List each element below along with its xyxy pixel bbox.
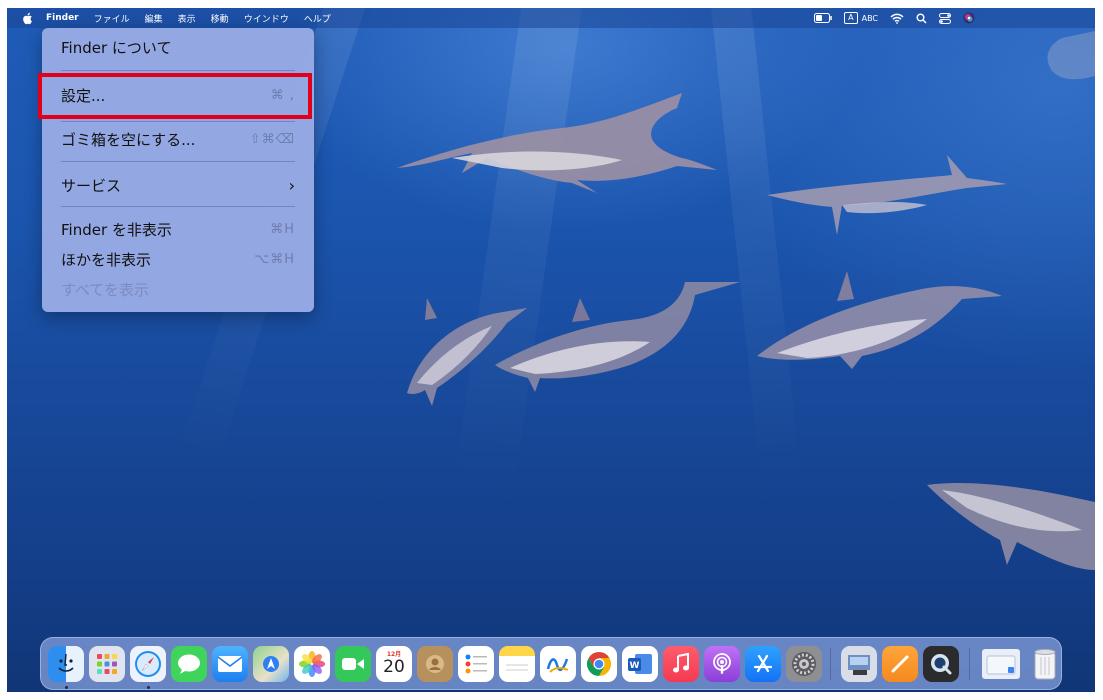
menu-item-label: すべてを表示 <box>61 280 150 299</box>
shortcut-label: ⇧⌘⌫ <box>249 131 295 147</box>
menu-separator <box>61 70 295 71</box>
menu-separator <box>61 206 295 207</box>
menu-item-hide-others[interactable]: ほかを非表示 ⌥⌘H <box>61 247 295 271</box>
reminders-dock-icon[interactable] <box>458 646 494 682</box>
calendar-dock-icon[interactable]: 12月 20 <box>376 646 412 682</box>
podcasts-dock-icon[interactable] <box>704 646 740 682</box>
spotlight-search-icon[interactable] <box>916 13 927 24</box>
quicktime-dock-icon[interactable] <box>923 646 959 682</box>
light-ray <box>454 8 587 488</box>
menu-help[interactable]: ヘルプ <box>304 12 331 25</box>
light-ray <box>707 8 802 488</box>
dock-separator <box>969 648 970 680</box>
app-store-dock-icon[interactable] <box>745 646 781 682</box>
notes-dock-icon[interactable] <box>499 646 535 682</box>
menu-app-name[interactable]: Finder <box>46 13 79 23</box>
desktop: Finder ファイル 編集 表示 移動 ウインドウ ヘルプ A ABC Fin… <box>7 8 1095 692</box>
svg-text:W: W <box>630 661 640 671</box>
menu-item-empty-trash[interactable]: ゴミ箱を空にする... ⇧⌘⌫ <box>61 127 295 151</box>
menu-separator <box>61 161 295 162</box>
apple-menu-icon[interactable] <box>20 11 34 25</box>
chevron-right-icon: › <box>288 175 295 195</box>
siri-icon[interactable] <box>963 12 975 24</box>
menu-item-services[interactable]: サービス › <box>61 173 295 197</box>
control-center-icon[interactable] <box>939 12 951 24</box>
shortcut-label: ⌘H <box>270 221 295 237</box>
photos-dock-icon[interactable] <box>294 646 330 682</box>
menu-go[interactable]: 移動 <box>211 12 229 25</box>
menu-bar: Finder ファイル 編集 表示 移動 ウインドウ ヘルプ A ABC <box>7 8 1095 28</box>
maps-dock-icon[interactable] <box>253 646 289 682</box>
menu-view[interactable]: 表示 <box>178 12 196 25</box>
menu-item-show-all: すべてを表示 <box>61 277 295 301</box>
menu-item-label: Finder について <box>61 38 172 57</box>
system-settings-dock-icon[interactable] <box>786 646 822 682</box>
finder-app-menu: Finder について 設定... ⌘ , ゴミ箱を空にする... ⇧⌘⌫ サー… <box>38 28 314 312</box>
menu-item-about-finder[interactable]: Finder について <box>61 35 295 59</box>
downloads-folder-dock-icon[interactable] <box>982 649 1020 679</box>
trash-dock-icon[interactable] <box>1027 646 1063 682</box>
menu-file[interactable]: ファイル <box>94 12 130 25</box>
launchpad-dock-icon[interactable] <box>89 646 125 682</box>
menu-item-hide-finder[interactable]: Finder を非表示 ⌘H <box>61 217 295 241</box>
dolphin-wallpaper-art <box>767 155 1007 235</box>
chrome-dock-icon[interactable] <box>581 646 617 682</box>
input-source-indicator[interactable]: A <box>844 12 858 24</box>
freeform-dock-icon[interactable] <box>540 646 576 682</box>
menu-item-label: ほかを非表示 <box>61 250 152 269</box>
messages-dock-icon[interactable] <box>171 646 207 682</box>
dolphin-wallpaper-art <box>1047 31 1095 80</box>
facetime-dock-icon[interactable] <box>335 646 371 682</box>
menu-window[interactable]: ウインドウ <box>244 12 289 25</box>
menu-separator <box>61 121 295 122</box>
battery-icon[interactable] <box>814 13 832 23</box>
menu-edit[interactable]: 編集 <box>145 12 163 25</box>
running-indicator <box>65 686 68 689</box>
mail-dock-icon[interactable] <box>212 646 248 682</box>
pages-dock-icon[interactable] <box>882 646 918 682</box>
dolphin-wallpaper-art <box>757 271 1002 369</box>
finder-dock-icon[interactable] <box>48 646 84 682</box>
shortcut-label: ⌥⌘H <box>254 251 295 267</box>
settings-highlight-box <box>38 73 312 119</box>
dolphin-wallpaper-art <box>927 483 1095 570</box>
dolphin-wallpaper-art <box>397 93 717 193</box>
dolphin-wallpaper-art <box>495 282 740 392</box>
calendar-day: 20 <box>383 657 405 677</box>
status-area: A ABC <box>802 8 975 28</box>
menu-item-label: サービス <box>61 176 122 195</box>
input-mode-label[interactable]: ABC <box>862 14 878 23</box>
running-indicator <box>147 686 150 689</box>
preview-dock-icon[interactable] <box>841 646 877 682</box>
dock-separator <box>830 648 831 680</box>
music-dock-icon[interactable] <box>663 646 699 682</box>
dock: 12月 20 W <box>40 637 1062 690</box>
wifi-icon[interactable] <box>890 13 904 24</box>
menu-item-label: ゴミ箱を空にする... <box>61 130 196 149</box>
menu-item-label: Finder を非表示 <box>61 220 172 239</box>
contacts-dock-icon[interactable] <box>417 646 453 682</box>
word-dock-icon[interactable]: W <box>622 646 658 682</box>
safari-dock-icon[interactable] <box>130 646 166 682</box>
